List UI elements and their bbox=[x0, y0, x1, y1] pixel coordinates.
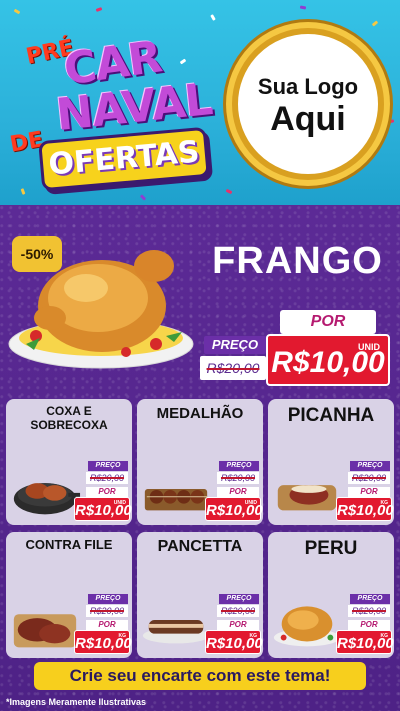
steak-board-icon bbox=[13, 614, 77, 648]
preco-label: PREÇO bbox=[350, 594, 390, 604]
por-label: POR bbox=[348, 620, 390, 630]
product-name: MEDALHÃO bbox=[156, 405, 244, 422]
price-value: R$10,00 bbox=[206, 635, 263, 652]
chicken-legs-pan-icon bbox=[13, 483, 81, 515]
por-label: POR bbox=[217, 487, 259, 497]
brand-logo-line2: Aqui bbox=[270, 100, 346, 138]
hero-por-label: POR bbox=[280, 310, 376, 334]
hero-old-price-value: R$20,00 bbox=[206, 360, 260, 376]
product-card[interactable]: PERU PREÇO R$20,00 POR KG R$10,00 bbox=[268, 532, 394, 658]
old-price-value: R$20,00 bbox=[89, 473, 125, 483]
price-value: R$10,00 bbox=[337, 502, 394, 519]
product-card[interactable]: PICANHA PREÇO R$20,00 POR KG R$10,00 bbox=[268, 399, 394, 525]
product-card[interactable]: MEDALHÃO PREÇO R$20,00 POR UNID R$10,00 bbox=[137, 399, 263, 525]
por-label: POR bbox=[86, 487, 128, 497]
confetti-decoration bbox=[225, 188, 233, 195]
old-price: R$20,00 bbox=[348, 605, 390, 617]
roast-turkey-icon bbox=[273, 606, 341, 647]
carnival-logo: PRÉ CAR NAVAL DE OFERTAS bbox=[8, 18, 218, 198]
confetti-decoration bbox=[371, 20, 379, 27]
price-value: R$10,00 bbox=[75, 502, 132, 519]
preco-label: PREÇO bbox=[88, 594, 128, 604]
old-price: R$20,00 bbox=[86, 472, 128, 484]
product-name: COXA E SOBRECOXA bbox=[30, 404, 108, 432]
header-banner: PRÉ CAR NAVAL DE OFERTAS Sua Logo Aqui bbox=[0, 0, 400, 212]
confetti-decoration bbox=[13, 8, 21, 15]
old-price-value: R$20,00 bbox=[89, 606, 125, 616]
price-tag: UNID R$10,00 bbox=[74, 497, 132, 521]
hero-preco-label: PREÇO bbox=[204, 336, 266, 354]
price-tag: KG R$10,00 bbox=[74, 630, 132, 654]
product-name: PANCETTA bbox=[157, 538, 243, 555]
confetti-decoration bbox=[387, 119, 395, 124]
por-label: POR bbox=[348, 487, 390, 497]
por-label: POR bbox=[217, 620, 259, 630]
product-card[interactable]: PANCETTA PREÇO R$20,00 POR KG R$10,00 bbox=[137, 532, 263, 658]
por-label: POR bbox=[86, 620, 128, 630]
old-price: R$20,00 bbox=[217, 605, 259, 617]
cta-banner[interactable]: Crie seu encarte com este tema! bbox=[34, 662, 366, 690]
price-tag: KG R$10,00 bbox=[336, 630, 394, 654]
preco-label: PREÇO bbox=[350, 461, 390, 471]
old-price-value: R$20,00 bbox=[351, 473, 387, 483]
confetti-decoration bbox=[299, 5, 307, 10]
hero-price-tag: UNID R$10,00 bbox=[266, 334, 390, 386]
hero-price-value: R$10,00 bbox=[271, 346, 385, 379]
old-price-value: R$20,00 bbox=[220, 606, 256, 616]
preco-label: PREÇO bbox=[219, 461, 259, 471]
disclaimer-text: *Imagens Meramente Ilustrativas bbox=[6, 697, 147, 707]
old-price: R$20,00 bbox=[217, 472, 259, 484]
pancetta-icon bbox=[142, 620, 210, 644]
old-price-value: R$20,00 bbox=[220, 473, 256, 483]
brand-logo-line1: Sua Logo bbox=[257, 74, 359, 99]
medallion-skewers-icon bbox=[144, 489, 208, 511]
price-value: R$10,00 bbox=[206, 502, 263, 519]
discount-badge: -50% bbox=[12, 236, 62, 272]
price-tag: KG R$10,00 bbox=[205, 630, 263, 654]
product-card[interactable]: CONTRA FILE PREÇO R$20,00 POR KG R$10,00 bbox=[6, 532, 132, 658]
price-value: R$10,00 bbox=[75, 635, 132, 652]
confetti-decoration bbox=[95, 7, 103, 12]
picanha-board-icon bbox=[277, 485, 337, 511]
product-name: CONTRA FILE bbox=[25, 537, 113, 552]
product-card[interactable]: COXA E SOBRECOXA PREÇO R$20,00 POR UNID R$10,… bbox=[6, 399, 132, 525]
product-name: PICANHA bbox=[287, 405, 375, 426]
preco-label: PREÇO bbox=[219, 594, 259, 604]
old-price-value: R$20,00 bbox=[351, 606, 387, 616]
price-tag: UNID R$10,00 bbox=[205, 497, 263, 521]
hero-old-price: R$20,00 bbox=[200, 356, 266, 380]
price-tag: KG R$10,00 bbox=[336, 497, 394, 521]
old-price: R$20,00 bbox=[348, 472, 390, 484]
old-price: R$20,00 bbox=[86, 605, 128, 617]
hero-product-title: FRANGO bbox=[212, 240, 383, 282]
logo-ofertas-text: OFERTAS bbox=[47, 134, 201, 183]
preco-label: PREÇO bbox=[88, 461, 128, 471]
brand-logo-placeholder[interactable]: Sua Logo Aqui bbox=[232, 28, 384, 180]
price-value: R$10,00 bbox=[337, 635, 394, 652]
product-name: PERU bbox=[304, 538, 358, 559]
